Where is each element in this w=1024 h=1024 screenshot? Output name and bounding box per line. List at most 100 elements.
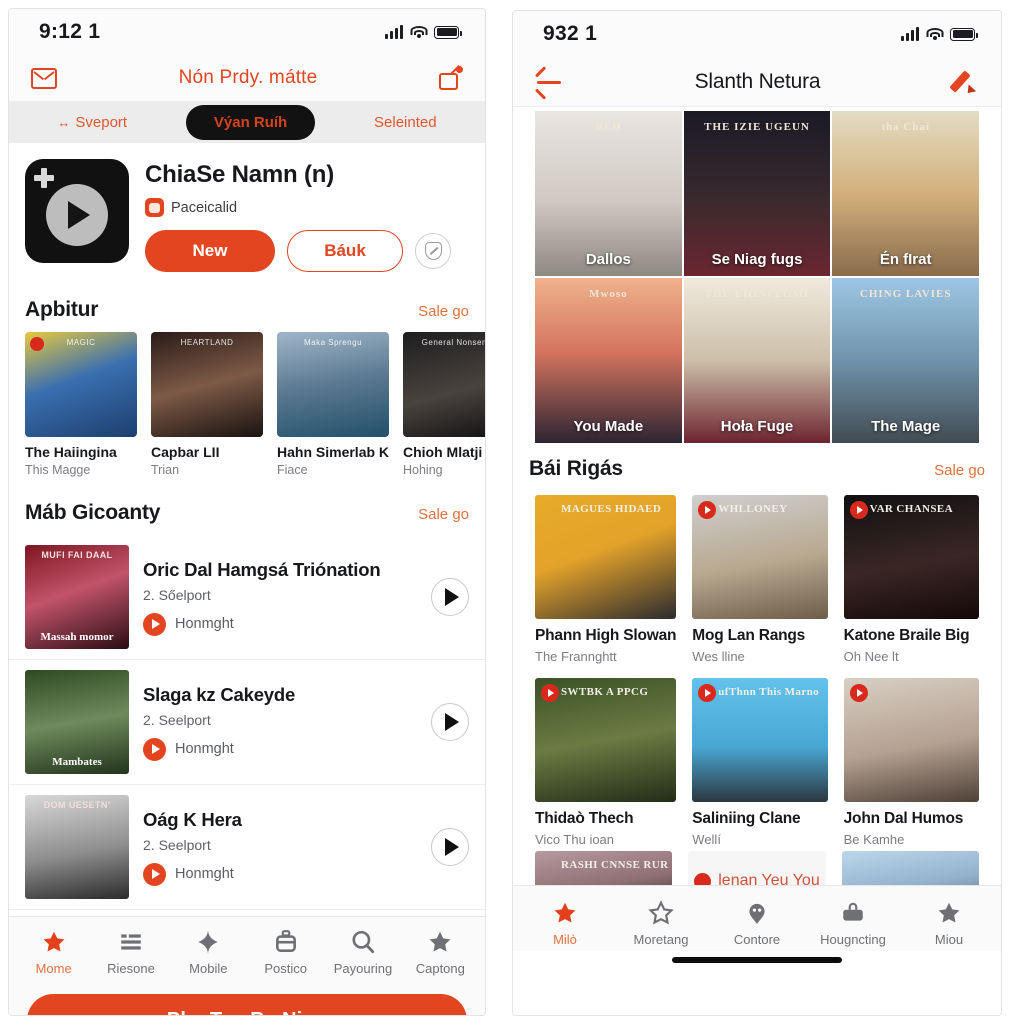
- grid-item[interactable]: John Dal Humos Be Kamhe: [843, 678, 979, 847]
- row-meta: Honmght: [143, 612, 417, 636]
- carousel-card[interactable]: MAGIC The Haiingina This Magge: [25, 332, 137, 477]
- star-icon: [43, 931, 65, 952]
- shield-check-icon[interactable]: [415, 233, 451, 269]
- right-phone-frame: 932 1 Slanth Netura BED Dallos THE IZIE: [512, 10, 1002, 1016]
- tab-vyan-ruih[interactable]: Výan Ruíh: [185, 104, 316, 140]
- list-item[interactable]: Mambates Slaga kz Cakeyde 2. Seelport Ho…: [9, 660, 485, 785]
- list-item[interactable]: MUFI FAI DAAL Massah momor Oric Dal Hamg…: [9, 535, 485, 660]
- grid-item[interactable]: VAR CHANSEA Katone Braile Big Oh Nee lt: [843, 495, 979, 664]
- row-content: Slaga kz Cakeyde 2. Seelport Honmght: [143, 684, 417, 761]
- nav-label: Hougncting: [820, 932, 886, 947]
- mini-play-icon: [143, 862, 166, 886]
- tile-title: Mog Lan Rangs: [692, 627, 806, 644]
- grid-item[interactable]: WHLLONEY Mog Lan Rangs Wes lline: [692, 495, 828, 664]
- poster-tile[interactable]: Mwoso You Made: [535, 278, 682, 443]
- tile-top-text: WHLLONEY: [718, 503, 788, 515]
- pin-face-icon: [749, 903, 765, 924]
- list-item[interactable]: DOM UESETN' Oág K Hera 2. Seelport Honmg…: [9, 785, 485, 910]
- carousel-card[interactable]: HEARTLAND Capbar LII Trian: [151, 332, 263, 477]
- poster-text: MAGIC: [66, 338, 96, 347]
- tile-title: Phann High Slowan: [535, 627, 677, 644]
- poster-text: HEARTLAND: [180, 338, 234, 347]
- card-thumbnail: Maka Sprengu: [277, 332, 389, 437]
- row-meta-label: Honmght: [175, 741, 234, 757]
- nav-item-captong[interactable]: Captong: [402, 929, 479, 976]
- signal-icon: [385, 25, 403, 39]
- partial-tile[interactable]: [841, 851, 979, 885]
- poster-tile[interactable]: CHING LAVIES The Mage: [832, 278, 979, 443]
- row-subtitle: 2. Seelport: [143, 836, 211, 853]
- see-all-link[interactable]: Sale go: [418, 303, 469, 320]
- poster-caption: The Mage: [871, 418, 941, 435]
- back-arrow-icon[interactable]: [534, 65, 563, 100]
- tab-label: Seleinted: [374, 113, 437, 131]
- grid-item[interactable]: MAGUES HIDAED Phann High Slowan The Fran…: [535, 495, 677, 664]
- tab-sveport[interactable]: ↔ Sveport: [39, 105, 145, 140]
- right-app-header: Slanth Netura: [513, 57, 1001, 107]
- nav-item-moretang[interactable]: Moretang: [613, 900, 709, 947]
- search-icon: [352, 930, 375, 954]
- play-button[interactable]: [431, 703, 469, 741]
- card-title: The Haiingina: [25, 444, 117, 460]
- poster-tile[interactable]: THE EIONFEOMI Hoła Fuge: [683, 278, 831, 443]
- left-status-bar: 9:12 1: [9, 9, 485, 55]
- carousel-card[interactable]: General Nonsense Chioh Mlatji Hohing: [403, 332, 485, 477]
- hero-info: ChiaSe Namn (n) Paceicalid New Báuk: [145, 159, 469, 272]
- nav-item-contore[interactable]: Contore: [709, 900, 805, 947]
- nav-item-miou[interactable]: Miou: [901, 900, 997, 947]
- row-title: Slaga kz Cakeyde: [143, 683, 296, 705]
- star-outline-icon: [648, 900, 674, 925]
- row-thumbnail: DOM UESETN': [25, 795, 129, 899]
- bauk-button[interactable]: Báuk: [287, 230, 403, 272]
- battery-icon: [950, 27, 978, 41]
- partial-tile[interactable]: lenan Yeu You: [688, 851, 826, 885]
- envelope-icon[interactable]: [31, 67, 57, 89]
- grid-item[interactable]: ufThnn This Marno Saliniing Clane Wellí: [692, 678, 828, 847]
- poster-tile[interactable]: BED Dallos: [535, 111, 682, 276]
- status-time: 9:12 1: [39, 20, 101, 43]
- tile-title: Thidaò Thech: [535, 810, 634, 827]
- poster-tile[interactable]: THE IZIE UGEUN Se Niag fugs: [683, 111, 831, 276]
- nav-label: Payouring: [333, 961, 393, 976]
- nav-item-mobile[interactable]: Mobile: [170, 929, 247, 976]
- nav-item-riesone[interactable]: Riesone: [92, 929, 169, 976]
- apbitur-carousel[interactable]: MAGIC The Haiingina This Magge HEARTLAND…: [9, 332, 485, 487]
- nav-item-postico[interactable]: Postico: [247, 929, 324, 976]
- nav-item-hougncting[interactable]: Hougncting: [805, 900, 901, 947]
- bag-icon: [843, 902, 863, 921]
- grid-item[interactable]: SWTBK A PPCG Thidaò Thech Vico Thu ioan: [535, 678, 677, 847]
- card-subtitle: Hohing: [403, 463, 443, 477]
- right-bottom-nav: Milò Moretang Contore Hougncting Miou: [513, 885, 1001, 951]
- play-button[interactable]: [431, 578, 469, 616]
- nav-item-payouring[interactable]: Payouring: [324, 929, 401, 976]
- see-all-link[interactable]: Sale go: [934, 462, 985, 479]
- nav-item-milo[interactable]: Milò: [517, 900, 613, 947]
- new-button[interactable]: New: [145, 230, 275, 272]
- tile-thumbnail: SWTBK A PPCG: [535, 678, 677, 802]
- pencil-icon[interactable]: [949, 68, 979, 97]
- card-subtitle: Fiace: [277, 463, 308, 477]
- section-title: Bái Rigás: [529, 457, 623, 480]
- share-box-icon[interactable]: [439, 65, 463, 90]
- partial-tile[interactable]: RASHI CNNSE RUR: [535, 851, 673, 885]
- row-subtitle: 2. Seelport: [143, 711, 211, 728]
- card-subtitle: This Magge: [25, 463, 91, 477]
- briefcase-icon: [275, 930, 296, 952]
- row-subtitle: 2. Sőelport: [143, 586, 211, 603]
- poster-header: Mwoso: [589, 288, 628, 300]
- tab-seleinted[interactable]: Seleinted: [356, 105, 455, 140]
- row-content: Oric Dal Hamgsá Triónation 2. Sőelport H…: [143, 559, 417, 636]
- poster-tile[interactable]: tha Chai Én fIrat: [832, 111, 979, 276]
- mini-play-icon: [143, 737, 166, 761]
- bai-section-header: Bái Rigás Sale go: [513, 443, 1001, 491]
- nav-item-mome[interactable]: Mome: [15, 929, 92, 976]
- primary-cta-button[interactable]: Phy Tos Be Ning: [27, 994, 467, 1015]
- card-thumbnail: General Nonsense: [403, 332, 485, 437]
- carousel-card[interactable]: Maka Sprengu Hahn Simerlab K. Fiace: [277, 332, 389, 477]
- see-all-link[interactable]: Sale go: [418, 506, 469, 523]
- play-button[interactable]: [431, 828, 469, 866]
- tile-subtitle: Wellí: [692, 832, 721, 847]
- play-badge-icon: [698, 501, 717, 519]
- channel-badge-icon: [145, 198, 164, 217]
- signal-icon: [901, 27, 919, 41]
